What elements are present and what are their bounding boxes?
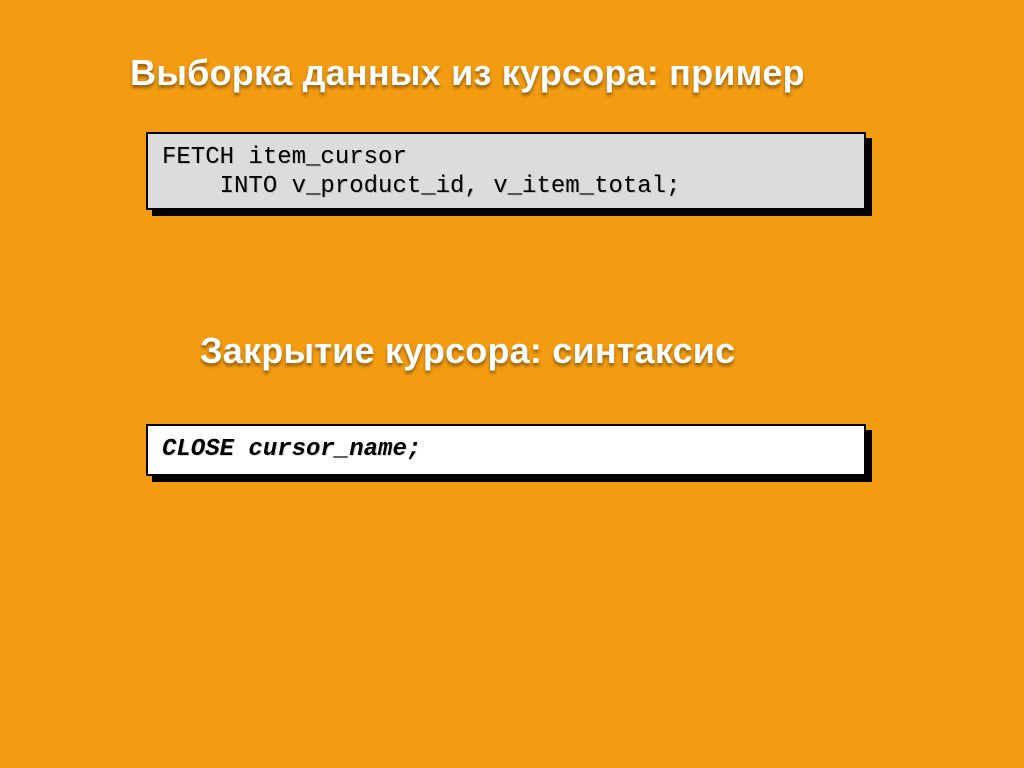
- code-line: FETCH item_cursor: [162, 144, 850, 173]
- code-box-close: CLOSE cursor_name;: [146, 424, 866, 476]
- code-box-fetch: FETCH item_cursor INTO v_product_id, v_i…: [146, 132, 866, 210]
- code-line: INTO v_product_id, v_item_total;: [162, 173, 850, 202]
- code-line: CLOSE cursor_name;: [162, 436, 850, 465]
- heading-fetch-example: Выборка данных из курсора: пример: [130, 52, 805, 94]
- slide: Выборка данных из курсора: пример FETCH …: [0, 0, 1024, 768]
- heading-close-syntax: Закрытие курсора: синтаксис: [200, 330, 735, 372]
